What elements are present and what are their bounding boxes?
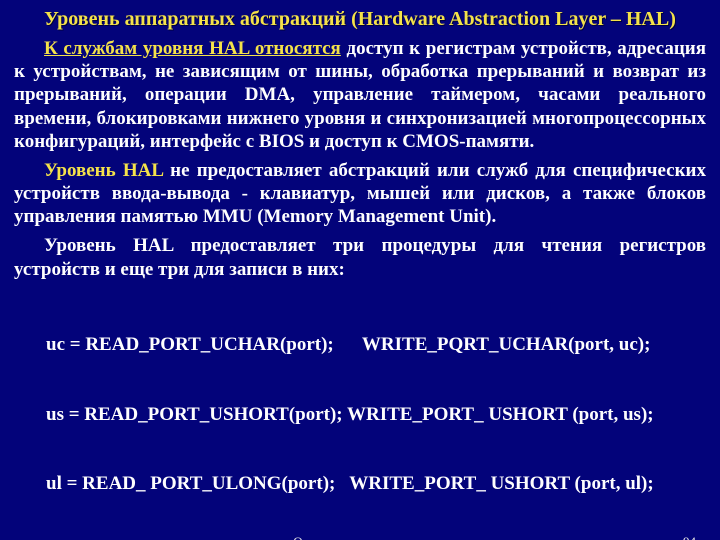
paragraph-3: Уровень HAL предоставляет три процедуры … xyxy=(14,234,706,280)
code-block: uc = READ_PORT_UCHAR(port); WRITE_PQRT_U… xyxy=(14,287,706,540)
para2-lead: Уровень HAL xyxy=(44,160,163,181)
slide: Уровень аппаратных абстракций (Hardware … xyxy=(0,0,720,540)
paragraph-2: Уровень HAL не предоставляет абстракций … xyxy=(14,159,706,229)
code-line-2: us = READ_PORT_USHORT(port); WRITE_PORT_… xyxy=(14,403,706,426)
paragraph-1: К службам уровня HAL относятся доступ к … xyxy=(14,37,706,153)
para1-lead: К службам уровня HAL относятся xyxy=(44,38,341,59)
code-line-1: uc = READ_PORT_UCHAR(port); WRITE_PQRT_U… xyxy=(14,333,706,356)
footer-title: Операционные системы xyxy=(0,534,720,540)
page-number: 94 xyxy=(683,534,696,540)
slide-body: К службам уровня HAL относятся доступ к … xyxy=(14,37,706,540)
slide-title: Уровень аппаратных абстракций (Hardware … xyxy=(14,8,706,31)
code-line-3: ul = READ_ PORT_ULONG(port); WRITE_PORT_… xyxy=(14,472,706,495)
